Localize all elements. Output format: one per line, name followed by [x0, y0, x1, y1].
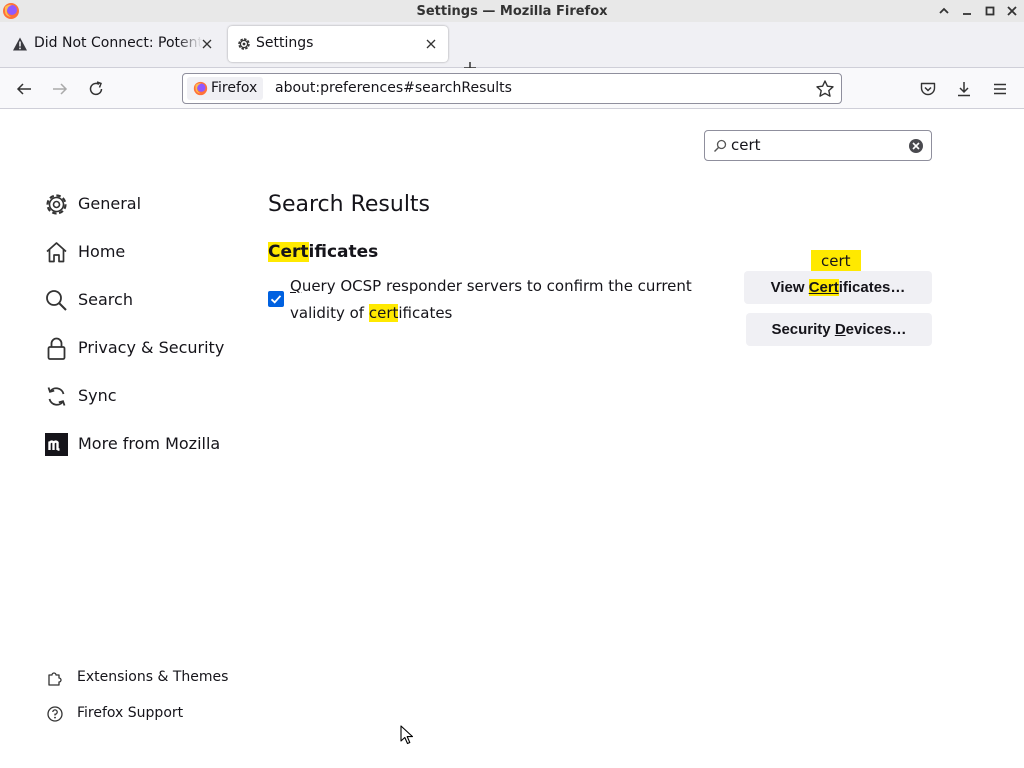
- search-highlight: Cert: [268, 242, 309, 262]
- back-arrow-icon[interactable]: [13, 78, 35, 100]
- sidebar-item-home[interactable]: Home: [44, 237, 244, 267]
- ocsp-text-part: uery OCSP responder servers to confirm t…: [290, 277, 692, 322]
- sidebar-item-search[interactable]: Search: [44, 285, 244, 315]
- reload-icon[interactable]: [85, 78, 107, 100]
- tab-label: Settings: [256, 35, 314, 51]
- help-icon: [47, 706, 63, 722]
- group-title-rest: ificates: [308, 242, 379, 262]
- footer-item-label: Firefox Support: [77, 705, 184, 721]
- button-text-part: Security: [771, 321, 835, 338]
- mouse-pointer-icon: [400, 725, 414, 745]
- sidebar-item-label: Search: [78, 290, 133, 309]
- window-restore-icon[interactable]: [982, 3, 998, 19]
- sidebar-item-general[interactable]: General: [44, 189, 244, 219]
- page-title: Search Results: [268, 192, 431, 217]
- downloads-icon[interactable]: [953, 78, 975, 100]
- ocsp-checkbox[interactable]: [268, 291, 284, 307]
- tab-label: Did Not Connect: Potential Security Issu…: [34, 35, 202, 51]
- sidebar-item-sync[interactable]: Sync: [44, 381, 244, 411]
- sidebar-item-privacy-security[interactable]: Privacy & Security: [44, 333, 244, 363]
- close-icon[interactable]: [422, 35, 440, 53]
- lock-icon: [47, 337, 66, 360]
- search-query[interactable]: cert: [731, 136, 761, 154]
- gear-icon: [46, 194, 67, 215]
- identity-label: Firefox: [211, 80, 258, 96]
- search-icon: [714, 139, 727, 152]
- tab-strip: Did Not Connect: Potential Security Issu…: [0, 22, 1024, 74]
- button-text-part: View: [770, 279, 809, 296]
- window-title: Settings — Mozilla Firefox: [416, 3, 608, 19]
- firefox-logo-icon: [193, 81, 208, 96]
- navigation-toolbar: Firefox about:preferences#searchResults: [0, 68, 1024, 109]
- puzzle-icon: [48, 672, 62, 686]
- url-text[interactable]: about:preferences#searchResults: [275, 80, 512, 96]
- search-highlight: Cert: [808, 279, 839, 296]
- checkmark-icon: [270, 295, 282, 304]
- url-bar[interactable]: Firefox about:preferences#searchResults: [182, 73, 842, 104]
- ocsp-checkbox-label[interactable]: Query OCSP responder servers to confirm …: [290, 273, 700, 327]
- tab-settings[interactable]: Settings: [228, 26, 448, 62]
- menu-hamburger-icon[interactable]: [989, 78, 1011, 100]
- title-bar: Settings — Mozilla Firefox: [0, 0, 1024, 22]
- firefox-logo-icon: [3, 3, 19, 19]
- certificates-group-title: Certificates: [268, 242, 378, 262]
- sidebar-item-label: General: [78, 194, 142, 213]
- button-text-part: evices…: [845, 321, 907, 338]
- accesskey: Q: [290, 277, 302, 295]
- window-close-icon[interactable]: [1004, 3, 1020, 19]
- gear-icon: [238, 38, 250, 50]
- warning-icon: [13, 37, 27, 51]
- sidebar-item-label: Sync: [78, 386, 117, 405]
- mozilla-icon: [45, 433, 68, 456]
- search-icon: [46, 290, 67, 311]
- pocket-icon[interactable]: [917, 78, 939, 100]
- accesskey: D: [834, 321, 846, 338]
- sync-icon: [47, 387, 66, 406]
- clear-search-icon[interactable]: [908, 138, 924, 154]
- preferences-search-input[interactable]: cert: [704, 130, 932, 161]
- search-tooltip: cert: [811, 250, 861, 278]
- window-minimize-icon[interactable]: [959, 3, 975, 19]
- preferences-page: cert General Home Search Privacy & Secur…: [0, 109, 1024, 768]
- close-icon[interactable]: [198, 35, 216, 53]
- sidebar-item-label: Privacy & Security: [78, 338, 225, 357]
- sidebar-item-label: More from Mozilla: [78, 434, 221, 453]
- identity-box[interactable]: Firefox: [187, 77, 264, 100]
- forward-arrow-icon[interactable]: [49, 78, 71, 100]
- sidebar-item-label: Home: [78, 242, 126, 261]
- home-icon: [46, 242, 67, 263]
- tab-did-not-connect[interactable]: Did Not Connect: Potential Security Issu…: [2, 26, 224, 62]
- security-devices-button[interactable]: Security Devices…: [746, 313, 932, 346]
- ocsp-text-part: ificates: [398, 304, 453, 322]
- view-certificates-button[interactable]: View Cert ificates…: [744, 271, 932, 304]
- search-highlight: cert: [368, 304, 399, 322]
- window-maximize-up-icon[interactable]: [936, 3, 952, 19]
- footer-item-label: Extensions & Themes: [77, 669, 229, 685]
- bookmark-star-icon[interactable]: [815, 79, 835, 99]
- sidebar-item-more-from-mozilla[interactable]: More from Mozilla: [44, 429, 244, 459]
- button-text-part: ificates…: [838, 279, 906, 296]
